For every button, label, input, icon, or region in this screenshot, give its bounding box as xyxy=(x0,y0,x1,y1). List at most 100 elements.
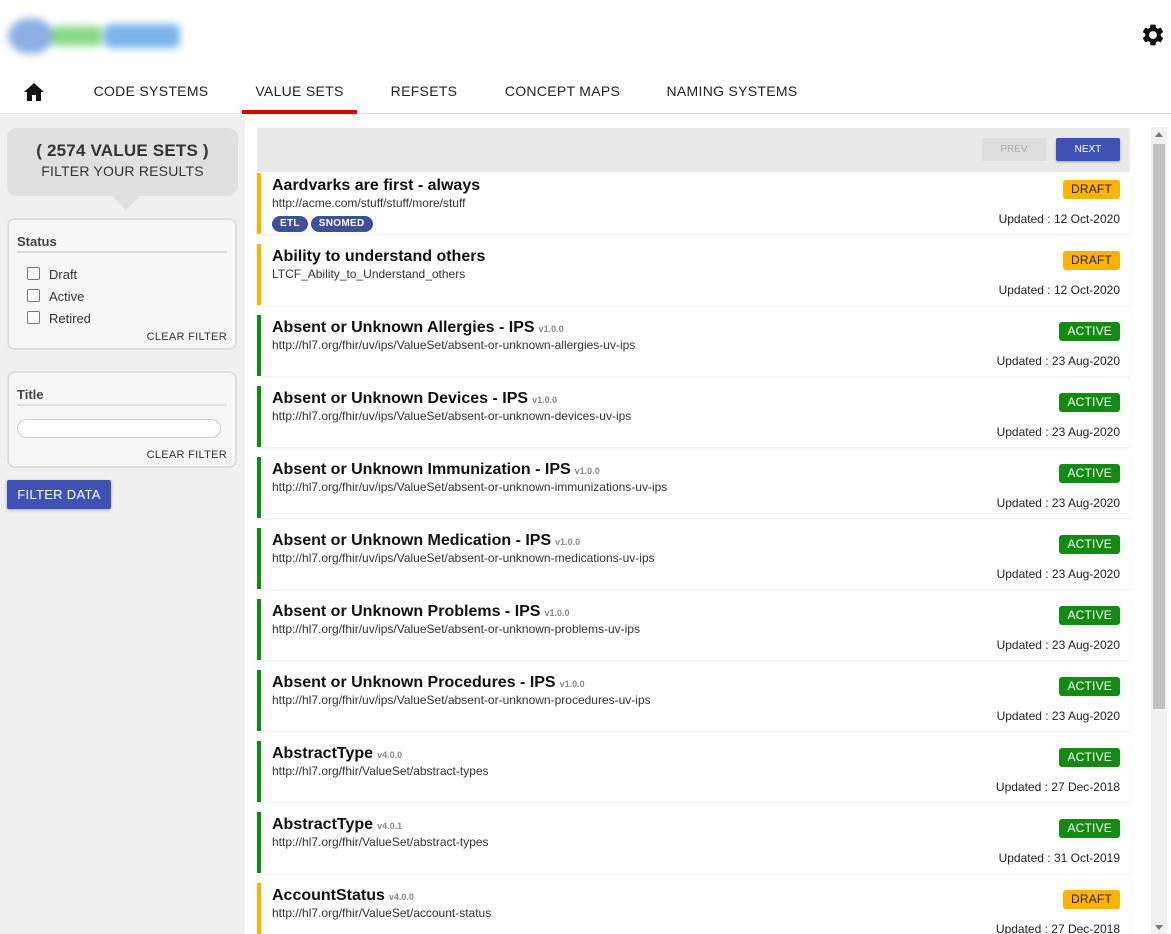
scrollbar-thumb[interactable] xyxy=(1153,144,1165,709)
value-set-list-item[interactable]: AbstractType v4.0.0 http://hl7.org/fhir/Va… xyxy=(257,741,1130,802)
status-badge: DRAFT xyxy=(1063,890,1120,909)
value-set-list-item[interactable]: Absent or Unknown Devices - IPS v1.0.0 htt… xyxy=(257,386,1130,447)
draft-checkbox[interactable] xyxy=(27,267,40,280)
value-set-list-item[interactable]: Absent or Unknown Problems - IPS v1.0.0 ht… xyxy=(257,599,1130,660)
value-set-version: v1.0.0 xyxy=(555,537,581,547)
value-set-title[interactable]: Absent or Unknown Medication - IPS v1.0.0 xyxy=(272,532,580,550)
status-badge: ACTIVE xyxy=(1059,677,1120,696)
scroll-up-arrow-icon[interactable] xyxy=(1155,132,1163,137)
updated-date: Updated : 23 Aug-2020 xyxy=(996,567,1120,581)
value-set-version: v1.0.0 xyxy=(532,395,558,405)
tag-chip[interactable]: ETL xyxy=(272,216,308,232)
updated-date: Updated : 23 Aug-2020 xyxy=(996,638,1120,652)
value-set-title[interactable]: Ability to understand others xyxy=(272,248,485,266)
status-filter-panel: Status Draft Active Retired CLEAR FILTER xyxy=(7,218,237,350)
status-badge: DRAFT xyxy=(1063,180,1120,199)
status-badge: ACTIVE xyxy=(1059,819,1120,838)
tab-concept-maps[interactable]: CONCEPT MAPS xyxy=(493,68,632,113)
title-filter-input[interactable] xyxy=(17,419,221,438)
next-button[interactable]: NEXT xyxy=(1056,138,1120,161)
scrollbar[interactable] xyxy=(1151,127,1167,934)
prev-button[interactable]: PREV xyxy=(982,138,1046,161)
value-set-title[interactable]: Absent or Unknown Allergies - IPS v1.0.0 xyxy=(272,319,564,337)
updated-date: Updated : 23 Aug-2020 xyxy=(996,709,1120,723)
value-set-url: http://hl7.org/fhir/ValueSet/account-sta… xyxy=(272,906,492,920)
title-clear-filter[interactable]: CLEAR FILTER xyxy=(147,449,227,461)
value-set-version: v4.0.1 xyxy=(377,821,403,831)
title-filter-panel: Title CLEAR FILTER xyxy=(7,371,237,468)
value-set-url: http://hl7.org/fhir/ValueSet/abstract-ty… xyxy=(272,835,489,849)
scroll-down-arrow-icon[interactable] xyxy=(1155,925,1163,930)
filter-subtitle: FILTER YOUR RESULTS xyxy=(41,163,204,179)
main-nav: CODE SYSTEMS VALUE SETS REFSETS CONCEPT … xyxy=(0,68,1171,114)
value-set-version: v1.0.0 xyxy=(559,679,585,689)
updated-date: Updated : 23 Aug-2020 xyxy=(996,496,1120,510)
tab-naming-systems[interactable]: NAMING SYSTEMS xyxy=(655,68,809,113)
value-set-title[interactable]: Absent or Unknown Problems - IPS v1.0.0 xyxy=(272,603,570,621)
value-set-title[interactable]: AbstractType v4.0.1 xyxy=(272,816,402,834)
value-set-url: http://hl7.org/fhir/uv/ips/ValueSet/abse… xyxy=(272,480,668,494)
logo[interactable] xyxy=(8,12,182,58)
value-set-url: http://acme.com/stuff/stuff/more/stuff xyxy=(272,196,466,210)
value-set-title[interactable]: Absent or Unknown Devices - IPS v1.0.0 xyxy=(272,390,557,408)
value-set-title[interactable]: Aardvarks are first - always xyxy=(272,177,480,195)
value-set-list: Aardvarks are first - always http://acme.… xyxy=(257,173,1130,934)
home-icon[interactable] xyxy=(23,82,45,102)
value-set-version: v4.0.0 xyxy=(388,892,414,902)
value-set-list-item[interactable]: Absent or Unknown Immunization - IPS v1.0… xyxy=(257,457,1130,518)
value-set-version: v1.0.0 xyxy=(538,324,564,334)
value-set-version: v4.0.0 xyxy=(377,750,403,760)
updated-date: Updated : 12 Oct-2020 xyxy=(998,283,1120,297)
value-set-url: http://hl7.org/fhir/uv/ips/ValueSet/abse… xyxy=(272,338,636,352)
value-set-list-item[interactable]: AccountStatus v4.0.0 http://hl7.org/fhir/V… xyxy=(257,883,1130,934)
active-checkbox[interactable] xyxy=(27,289,40,302)
result-count-box: ( 2574 VALUE SETS ) FILTER YOUR RESULTS xyxy=(7,128,238,210)
updated-date: Updated : 12 Oct-2020 xyxy=(998,212,1120,226)
value-set-list-item[interactable]: Ability to understand others LTCF_Ability… xyxy=(257,244,1130,305)
filter-data-button[interactable]: FILTER DATA xyxy=(7,480,111,509)
status-option-retired[interactable]: Retired xyxy=(27,311,91,326)
status-option-draft[interactable]: Draft xyxy=(27,267,77,282)
tab-refsets[interactable]: REFSETS xyxy=(378,68,470,113)
value-set-list-item[interactable]: Absent or Unknown Procedures - IPS v1.0.0… xyxy=(257,670,1130,731)
top-bar xyxy=(0,0,1171,68)
value-set-title[interactable]: AbstractType v4.0.0 xyxy=(272,745,402,763)
status-badge: ACTIVE xyxy=(1059,748,1120,767)
value-set-title[interactable]: Absent or Unknown Procedures - IPS v1.0.0 xyxy=(272,674,585,692)
status-badge: ACTIVE xyxy=(1059,464,1120,483)
updated-date: Updated : 31 Oct-2019 xyxy=(998,851,1120,865)
value-set-list-item[interactable]: Absent or Unknown Medication - IPS v1.0.0… xyxy=(257,528,1130,589)
pagination-bar: PREV NEXT xyxy=(257,128,1130,172)
status-badge: DRAFT xyxy=(1063,251,1120,270)
status-badge: ACTIVE xyxy=(1059,322,1120,341)
updated-date: Updated : 23 Aug-2020 xyxy=(996,354,1120,368)
status-clear-filter[interactable]: CLEAR FILTER xyxy=(147,331,227,343)
retired-checkbox[interactable] xyxy=(27,311,40,324)
tab-code-systems[interactable]: CODE SYSTEMS xyxy=(82,68,220,113)
status-filter-heading: Status xyxy=(17,234,227,253)
value-set-list-item[interactable]: Absent or Unknown Allergies - IPS v1.0.0 h… xyxy=(257,315,1130,376)
tag-chip[interactable]: SNOMED xyxy=(310,216,373,232)
value-set-title[interactable]: AccountStatus v4.0.0 xyxy=(272,887,414,905)
result-count: ( 2574 VALUE SETS ) xyxy=(36,141,209,160)
updated-date: Updated : 23 Aug-2020 xyxy=(996,425,1120,439)
status-badge: ACTIVE xyxy=(1059,535,1120,554)
value-set-version: v1.0.0 xyxy=(574,466,600,476)
gear-icon[interactable] xyxy=(1140,22,1166,48)
updated-date: Updated : 27 Dec-2018 xyxy=(995,922,1120,934)
value-set-list-item[interactable]: AbstractType v4.0.1 http://hl7.org/fhir/Va… xyxy=(257,812,1130,873)
value-set-version: v1.0.0 xyxy=(544,608,570,618)
filter-sidebar: ( 2574 VALUE SETS ) FILTER YOUR RESULTS … xyxy=(0,115,245,934)
tab-value-sets[interactable]: VALUE SETS xyxy=(242,68,357,114)
status-option-active[interactable]: Active xyxy=(27,289,84,304)
value-set-tags: ETL SNOMED xyxy=(272,213,376,232)
value-set-results: PREV NEXT Aardvarks are first - always ht… xyxy=(245,115,1171,934)
value-set-list-item[interactable]: Aardvarks are first - always http://acme.… xyxy=(257,173,1130,234)
value-set-url: LTCF_Ability_to_Understand_others xyxy=(272,267,466,281)
status-badge: ACTIVE xyxy=(1059,393,1120,412)
value-set-title[interactable]: Absent or Unknown Immunization - IPS v1.0… xyxy=(272,461,600,479)
value-set-url: http://hl7.org/fhir/uv/ips/ValueSet/abse… xyxy=(272,622,640,636)
value-set-url: http://hl7.org/fhir/uv/ips/ValueSet/abse… xyxy=(272,693,651,707)
value-set-url: http://hl7.org/fhir/uv/ips/ValueSet/abse… xyxy=(272,551,655,565)
updated-date: Updated : 27 Dec-2018 xyxy=(995,780,1120,794)
